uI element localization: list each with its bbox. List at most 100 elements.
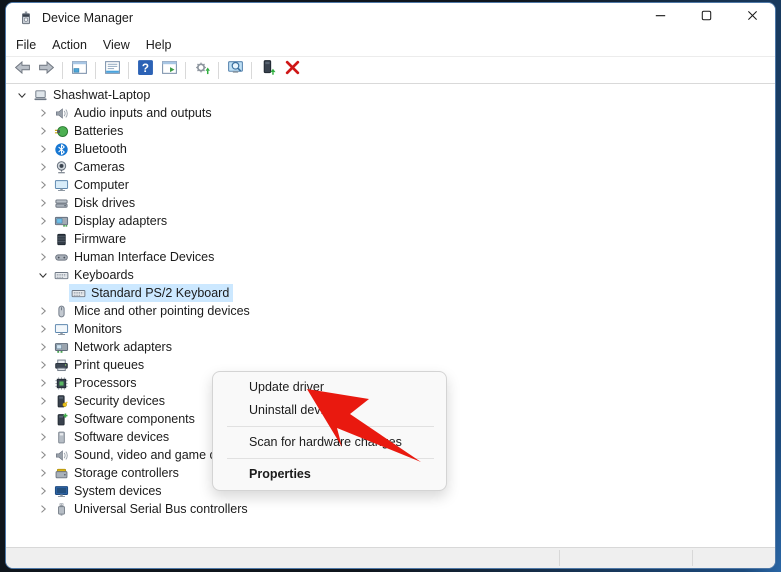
uninstall-device-button[interactable] bbox=[281, 59, 303, 81]
tree-item-disk-drives[interactable]: Disk drives bbox=[6, 194, 775, 212]
chevron-right-icon[interactable] bbox=[33, 374, 52, 392]
tree-item-body[interactable]: Cameras bbox=[52, 158, 129, 176]
tree-item-monitors[interactable]: Monitors bbox=[6, 320, 775, 338]
tree-item-body[interactable]: Processors bbox=[52, 374, 141, 392]
chevron-right-icon[interactable] bbox=[33, 302, 52, 320]
tree-item-display-adapters[interactable]: Display adapters bbox=[6, 212, 775, 230]
chevron-right-icon[interactable] bbox=[33, 248, 52, 266]
tree-item-cameras[interactable]: Cameras bbox=[6, 158, 775, 176]
tree-item-label: Human Interface Devices bbox=[71, 250, 214, 264]
tree-item-body[interactable]: Software devices bbox=[52, 428, 173, 446]
tree-item-body[interactable]: Network adapters bbox=[52, 338, 176, 356]
keyboard-icon bbox=[69, 284, 88, 302]
tree-item-shashwat-laptop[interactable]: Shashwat-Laptop bbox=[6, 86, 775, 104]
desktop-backdrop: Device Manager FileActionViewHelp ? Shas… bbox=[0, 0, 781, 572]
tree-item-mice-and-other-pointing-devices[interactable]: Mice and other pointing devices bbox=[6, 302, 775, 320]
software-component-icon bbox=[52, 410, 71, 428]
update-driver-button[interactable] bbox=[191, 59, 213, 81]
tree-item-human-interface-devices[interactable]: Human Interface Devices bbox=[6, 248, 775, 266]
maximize-button[interactable] bbox=[683, 3, 729, 33]
context-menu-item-update-driver[interactable]: Update driver bbox=[213, 376, 446, 399]
menu-view[interactable]: View bbox=[96, 35, 137, 55]
tree-item-body[interactable]: Bluetooth bbox=[52, 140, 131, 158]
tree-item-batteries[interactable]: Batteries bbox=[6, 122, 775, 140]
tree-item-label: Storage controllers bbox=[71, 466, 179, 480]
chevron-down-icon[interactable] bbox=[12, 86, 31, 104]
tree-item-body[interactable]: Storage controllers bbox=[52, 464, 183, 482]
tree-item-body[interactable]: Print queues bbox=[52, 356, 148, 374]
tree-item-body[interactable]: Software components bbox=[52, 410, 199, 428]
tree-item-audio-inputs-and-outputs[interactable]: Audio inputs and outputs bbox=[6, 104, 775, 122]
toolbar-separator bbox=[185, 62, 186, 79]
maximize-icon bbox=[699, 8, 714, 28]
usb-icon bbox=[52, 500, 71, 518]
chevron-right-icon[interactable] bbox=[33, 356, 52, 374]
tree-item-body[interactable]: Computer bbox=[52, 176, 133, 194]
tree-item-firmware[interactable]: Firmware bbox=[6, 230, 775, 248]
chevron-right-icon[interactable] bbox=[33, 338, 52, 356]
tree-item-body[interactable]: Standard PS/2 Keyboard bbox=[69, 284, 233, 302]
tree-item-keyboards[interactable]: Keyboards bbox=[6, 266, 775, 284]
tree-item-body[interactable]: Keyboards bbox=[52, 266, 138, 284]
tree-item-label: Software devices bbox=[71, 430, 169, 444]
scan-hardware-icon bbox=[227, 59, 244, 81]
laptop-icon bbox=[31, 86, 50, 104]
uninstall-device-icon bbox=[284, 59, 301, 81]
menu-action[interactable]: Action bbox=[45, 35, 94, 55]
help-button[interactable]: ? bbox=[134, 59, 156, 81]
tree-item-body[interactable]: Display adapters bbox=[52, 212, 171, 230]
chevron-right-icon[interactable] bbox=[33, 140, 52, 158]
chevron-right-icon[interactable] bbox=[33, 176, 52, 194]
chevron-right-icon[interactable] bbox=[33, 158, 52, 176]
chevron-right-icon[interactable] bbox=[33, 230, 52, 248]
hid-icon bbox=[52, 248, 71, 266]
properties-pane-button[interactable] bbox=[101, 59, 123, 81]
back-button[interactable] bbox=[11, 59, 33, 81]
chevron-right-icon[interactable] bbox=[33, 464, 52, 482]
tree-item-body[interactable]: Mice and other pointing devices bbox=[52, 302, 254, 320]
tree-item-bluetooth[interactable]: Bluetooth bbox=[6, 140, 775, 158]
chevron-down-icon[interactable] bbox=[33, 266, 52, 284]
tree-item-body[interactable]: Universal Serial Bus controllers bbox=[52, 500, 252, 518]
chevron-right-icon[interactable] bbox=[33, 212, 52, 230]
tree-item-computer[interactable]: Computer bbox=[6, 176, 775, 194]
minimize-button[interactable] bbox=[637, 3, 683, 33]
tree-item-body[interactable]: System devices bbox=[52, 482, 166, 500]
chevron-right-icon[interactable] bbox=[33, 320, 52, 338]
tree-item-body[interactable]: Batteries bbox=[52, 122, 127, 140]
chevron-right-icon[interactable] bbox=[33, 482, 52, 500]
chevron-right-icon[interactable] bbox=[33, 104, 52, 122]
show-hide-console-tree-button[interactable] bbox=[68, 59, 90, 81]
chevron-right-icon[interactable] bbox=[33, 500, 52, 518]
enable-device-button[interactable] bbox=[257, 59, 279, 81]
chevron-right-icon[interactable] bbox=[33, 392, 52, 410]
close-button[interactable] bbox=[729, 3, 775, 33]
monitor-icon bbox=[52, 320, 71, 338]
scan-for-hardware-changes-button[interactable] bbox=[224, 59, 246, 81]
minimize-icon bbox=[653, 8, 668, 28]
chevron-right-icon[interactable] bbox=[33, 122, 52, 140]
tree-item-body[interactable]: Disk drives bbox=[52, 194, 139, 212]
tree-item-standard-ps-2-keyboard[interactable]: Standard PS/2 Keyboard bbox=[6, 284, 775, 302]
show-hide-action-pane-button[interactable] bbox=[158, 59, 180, 81]
tree-item-body[interactable]: Security devices bbox=[52, 392, 169, 410]
tree-item-body[interactable]: Monitors bbox=[52, 320, 126, 338]
menu-help[interactable]: Help bbox=[139, 35, 179, 55]
menu-file[interactable]: File bbox=[9, 35, 43, 55]
chevron-right-icon[interactable] bbox=[33, 194, 52, 212]
tree-item-label: Display adapters bbox=[71, 214, 167, 228]
context-menu-item-scan-for-hardware-changes[interactable]: Scan for hardware changes bbox=[213, 431, 446, 454]
tree-item-body[interactable]: Human Interface Devices bbox=[52, 248, 218, 266]
tree-item-universal-serial-bus-controllers[interactable]: Universal Serial Bus controllers bbox=[6, 500, 775, 518]
chevron-right-icon[interactable] bbox=[33, 446, 52, 464]
chevron-right-icon[interactable] bbox=[33, 410, 52, 428]
chevron-right-icon[interactable] bbox=[33, 428, 52, 446]
tree-item-body[interactable]: Audio inputs and outputs bbox=[52, 104, 216, 122]
context-menu-item-uninstall-device[interactable]: Uninstall device bbox=[213, 399, 446, 422]
forward-button[interactable] bbox=[35, 59, 57, 81]
tree-item-network-adapters[interactable]: Network adapters bbox=[6, 338, 775, 356]
context-menu-item-properties[interactable]: Properties bbox=[213, 463, 446, 486]
toolbar-separator bbox=[62, 62, 63, 79]
tree-item-body[interactable]: Firmware bbox=[52, 230, 130, 248]
tree-item-body[interactable]: Shashwat-Laptop bbox=[31, 86, 154, 104]
